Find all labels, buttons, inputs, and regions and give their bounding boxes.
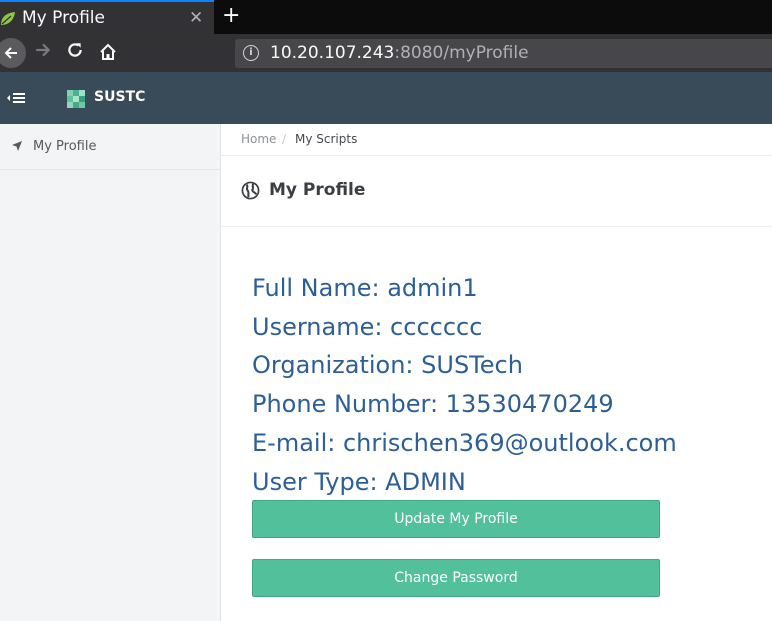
url-text[interactable]: 10.20.107.243:8080/myProfile — [270, 43, 529, 63]
breadcrumb-current: My Scripts — [295, 132, 358, 146]
browser-tab-bar: My Profile ✕ + — [0, 0, 772, 34]
breadcrumb: Home / My Scripts — [221, 124, 772, 156]
sidebar: My Profile — [0, 124, 221, 621]
menu-toggle-icon[interactable] — [4, 88, 28, 108]
brand-name[interactable]: SUSTC — [94, 89, 145, 105]
change-password-button[interactable]: Change Password — [252, 559, 660, 597]
forward-button[interactable] — [34, 41, 52, 59]
location-arrow-icon — [12, 141, 22, 151]
page-title: My Profile — [269, 180, 366, 200]
tab-close-icon[interactable]: ✕ — [189, 8, 203, 28]
profile-user-type: User Type: ADMIN — [252, 468, 466, 496]
globe-icon — [241, 181, 260, 200]
site-info-icon[interactable]: i — [243, 45, 259, 61]
url-bar[interactable]: i 10.20.107.243:8080/myProfile — [235, 39, 772, 68]
url-host: 10.20.107.243 — [270, 43, 395, 63]
url-path: :8080/myProfile — [394, 43, 529, 63]
profile-username: Username: ccccccc — [252, 313, 483, 341]
browser-tab[interactable]: My Profile ✕ — [0, 0, 214, 34]
back-button[interactable] — [0, 38, 26, 68]
sidebar-item-label: My Profile — [33, 139, 97, 154]
main-content: Home / My Scripts My Profile Full Name: … — [221, 124, 772, 621]
profile-organization: Organization: SUSTech — [252, 351, 523, 379]
profile-phone: Phone Number: 13530470249 — [252, 390, 614, 418]
profile-full-name: Full Name: admin1 — [252, 274, 478, 302]
breadcrumb-separator: / — [282, 132, 287, 146]
sidebar-item-my-profile[interactable]: My Profile — [0, 124, 220, 170]
update-profile-button[interactable]: Update My Profile — [252, 500, 660, 538]
app-header: SUSTC — [0, 72, 772, 124]
arrow-left-icon — [4, 47, 17, 59]
reload-button[interactable] — [66, 41, 84, 59]
home-button[interactable] — [98, 42, 118, 62]
spring-leaf-icon — [1, 12, 15, 25]
profile-email: E-mail: chrischen369@outlook.com — [252, 429, 677, 457]
tab-title: My Profile — [22, 8, 105, 28]
browser-nav-bar: i 10.20.107.243:8080/myProfile — [0, 34, 772, 72]
page-header: My Profile — [221, 156, 772, 227]
breadcrumb-home-link[interactable]: Home — [241, 132, 276, 146]
new-tab-button[interactable]: + — [222, 3, 240, 28]
logo-icon — [67, 90, 85, 108]
